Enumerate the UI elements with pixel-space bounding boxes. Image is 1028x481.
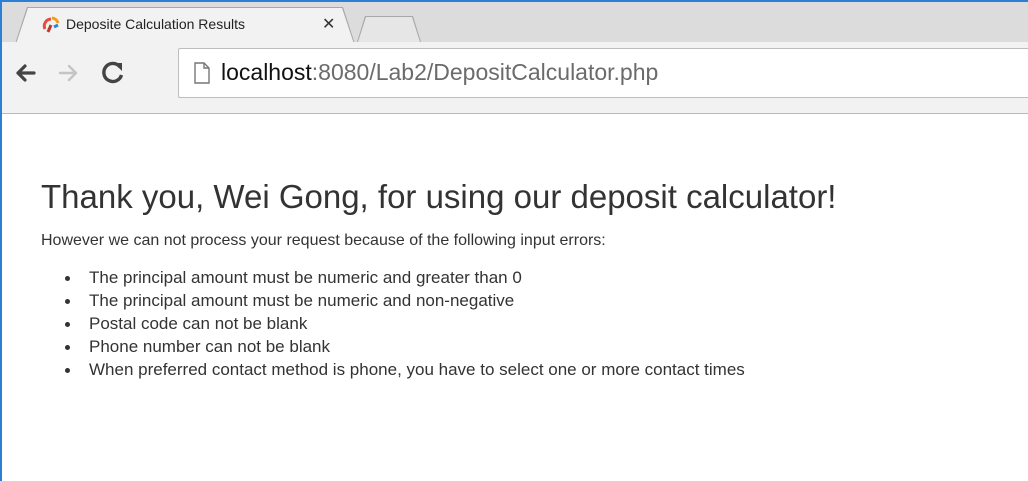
app-favicon-icon <box>42 16 60 33</box>
list-item: Postal code can not be blank <box>65 312 745 335</box>
close-icon[interactable]: ✕ <box>322 14 335 33</box>
list-item: When preferred contact method is phone, … <box>65 360 745 379</box>
list-item: The principal amount must be numeric and… <box>65 266 745 289</box>
back-arrow-icon[interactable] <box>10 58 40 88</box>
url-path: :8080/Lab2/DepositCalculator.php <box>311 59 659 85</box>
list-item: The principal amount must be numeric and… <box>65 289 745 312</box>
page-content: Thank you, Wei Gong, for using our depos… <box>2 114 1028 481</box>
address-bar[interactable]: localhost:8080/Lab2/DepositCalculator.ph… <box>178 48 1028 98</box>
tab-title: Deposite Calculation Results <box>66 16 245 32</box>
url-text[interactable]: localhost:8080/Lab2/DepositCalculator.ph… <box>221 59 658 86</box>
page-title: Thank you, Wei Gong, for using our depos… <box>41 178 837 215</box>
reload-icon[interactable] <box>98 58 128 88</box>
browser-toolbar: localhost:8080/Lab2/DepositCalculator.ph… <box>2 42 1028 114</box>
page-icon <box>194 62 210 84</box>
url-host: localhost <box>221 59 312 85</box>
tab-title-fade <box>278 12 314 36</box>
error-list: The principal amount must be numeric and… <box>41 266 745 381</box>
list-item: Phone number can not be blank <box>65 335 745 358</box>
forward-arrow-icon[interactable] <box>54 58 84 88</box>
tab-strip: Deposite Calculation Results ✕ <box>2 2 1028 44</box>
error-intro: However we can not process your request … <box>41 232 606 249</box>
new-tab-button[interactable] <box>358 17 420 42</box>
